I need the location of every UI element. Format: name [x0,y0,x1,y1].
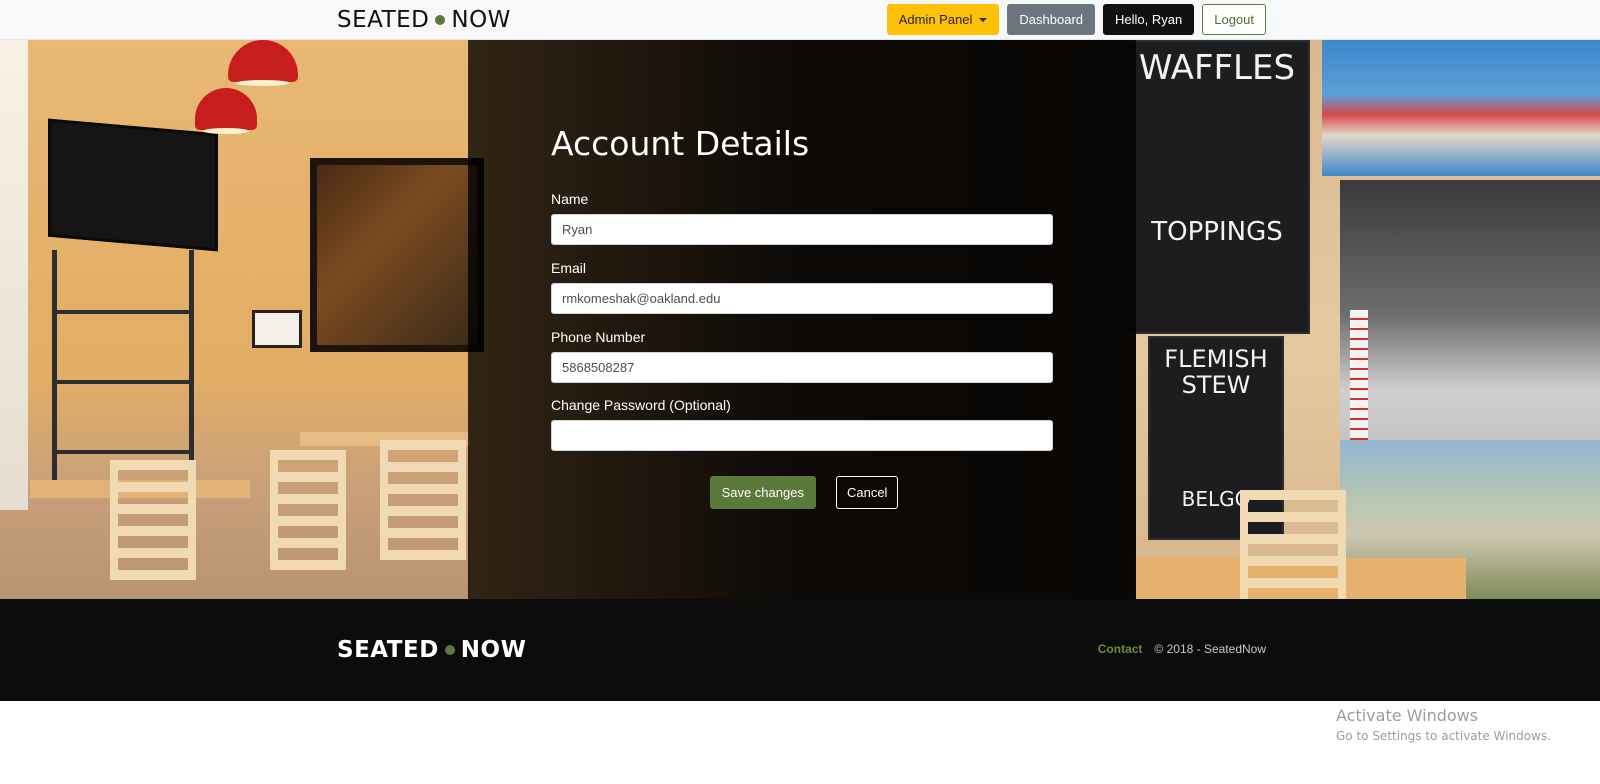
brand-text-right: NOW [460,637,527,663]
chalkboard-title: WAFFLES [1138,48,1296,88]
email-label: Email [551,260,587,276]
footer-brand-logo[interactable]: SEATED NOW [337,635,526,665]
cafe-kitchen [1340,180,1600,480]
wall-painting [310,158,484,352]
watermark-subtitle: Go to Settings to activate Windows. [1336,729,1551,743]
brand-text-left: SEATED [337,7,430,33]
admin-panel-label: Admin Panel [898,12,973,27]
page-title: Account Details [551,124,810,163]
dot-icon [444,645,455,655]
cafe-chair [110,460,196,580]
dashboard-button[interactable]: Dashboard [1007,4,1096,35]
page-footer: SEATED NOW Contact © 2018 - SeatedNow [0,599,1600,701]
email-input[interactable] [551,283,1053,314]
chalkboard-subtitle: TOPPINGS [1151,217,1283,247]
brand-text-right: NOW [451,7,511,33]
password-input[interactable] [551,420,1053,451]
watermark-title: Activate Windows [1336,706,1479,725]
top-navbar: SEATED NOW Admin Panel Dashboard Hello, … [0,0,1600,40]
phone-label: Phone Number [551,329,646,345]
nav-button-group: Admin Panel Dashboard Hello, Ryan Logout [886,4,1266,35]
wall-tv [48,118,218,252]
admin-panel-dropdown[interactable]: Admin Panel [886,4,1000,35]
save-changes-button[interactable]: Save changes [709,476,816,509]
wall-shelf [52,250,194,490]
contact-link[interactable]: Contact [1098,642,1143,656]
copyright-text: © 2018 - SeatedNow [1154,642,1266,656]
wall-mural [1322,40,1600,176]
caret-down-icon [979,17,988,22]
cafe-chair [380,440,466,560]
cafe-chair [1240,490,1346,599]
form-actions: Save changes Cancel [551,476,1055,509]
name-input[interactable] [551,214,1053,245]
activate-windows-watermark: Activate Windows Go to Settings to activ… [1336,706,1551,743]
footer-links: Contact © 2018 - SeatedNow [1098,642,1266,656]
small-wall-frame [252,310,302,348]
name-label: Name [551,191,589,207]
cafe-window [0,40,28,510]
user-greeting-button[interactable]: Hello, Ryan [1103,4,1195,35]
brand-text-left: SEATED [337,637,439,663]
phone-input[interactable] [551,352,1053,383]
chalkboard-title: FLEMISH STEW [1164,345,1268,400]
logout-button[interactable]: Logout [1202,4,1266,35]
cafe-chair [270,450,346,570]
brand-logo[interactable]: SEATED NOW [337,5,511,35]
chalkboard-menu: WAFFLES TOPPINGS [1124,40,1310,334]
cancel-button[interactable]: Cancel [835,476,899,509]
cup-stack [1350,310,1368,440]
dot-icon [435,15,446,25]
password-label: Change Password (Optional) [551,397,731,413]
